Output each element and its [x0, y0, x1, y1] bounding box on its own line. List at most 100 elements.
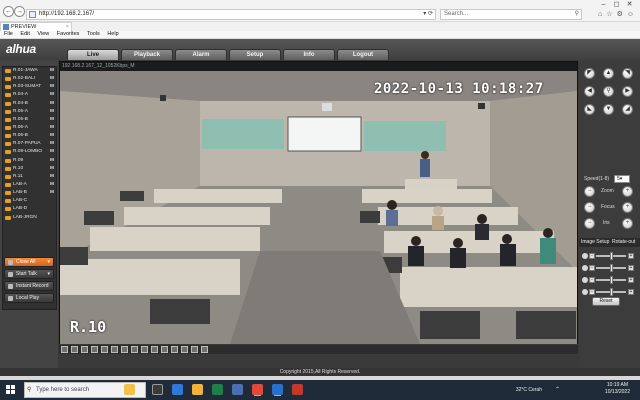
- forward-button[interactable]: →: [14, 6, 25, 17]
- speed-select[interactable]: 5▾: [614, 175, 630, 183]
- hue-plus[interactable]: +: [628, 289, 634, 295]
- ptz-down-button[interactable]: ▼: [603, 104, 614, 115]
- menu-help[interactable]: Help: [107, 31, 118, 37]
- layout-16-icon[interactable]: [91, 346, 98, 353]
- edge-icon[interactable]: [172, 384, 183, 395]
- close-all-button[interactable]: Close All ▾: [4, 257, 54, 267]
- weather-widget-icon[interactable]: [124, 384, 135, 395]
- smiley-icon[interactable]: ☺: [627, 11, 634, 18]
- list-item[interactable]: R.10 M: [3, 165, 56, 173]
- browser-search-input[interactable]: Search... ⚲: [440, 9, 582, 20]
- ptz-up-right-button[interactable]: ◥: [622, 68, 633, 79]
- menu-view[interactable]: View: [37, 31, 49, 37]
- stream-flag[interactable]: M: [50, 157, 54, 165]
- stream-flag[interactable]: M: [50, 132, 54, 140]
- ptz-down-right-button[interactable]: ◢: [622, 104, 633, 115]
- list-item[interactable]: LAB-C: [3, 197, 56, 205]
- tab-rotate-out[interactable]: Rotate-out: [612, 239, 635, 245]
- list-item[interactable]: R.04-B M: [3, 100, 56, 108]
- stream-flag[interactable]: M: [50, 67, 54, 75]
- list-item[interactable]: R.07-PAPUA M: [3, 140, 56, 148]
- camera-feed[interactable]: 2022-10-13 10:18:27 R.10: [60, 71, 577, 344]
- hue-minus[interactable]: -: [589, 289, 595, 295]
- browser-tab-preview[interactable]: PREVIEW ×: [0, 22, 72, 31]
- internet-explorer-icon[interactable]: [272, 384, 283, 395]
- word-icon[interactable]: [232, 384, 243, 395]
- record-icon[interactable]: [151, 346, 158, 353]
- saturation-knob[interactable]: [609, 276, 613, 284]
- zoom-out-button[interactable]: −: [584, 186, 595, 197]
- tray-chevron-up-icon[interactable]: ⌃: [555, 386, 560, 393]
- ptz-down-left-button[interactable]: ◣: [584, 104, 595, 115]
- ptz-up-button[interactable]: ▲: [603, 68, 614, 79]
- layout-4-icon[interactable]: [71, 346, 78, 353]
- excel-icon[interactable]: [212, 384, 223, 395]
- start-talk-button[interactable]: Start Talk ▾: [4, 269, 54, 279]
- weather-text[interactable]: 32°C Cerah: [516, 387, 542, 393]
- tab-close-icon[interactable]: ×: [66, 23, 69, 31]
- local-play-button[interactable]: Local Play: [4, 293, 54, 303]
- list-item[interactable]: R.04-A M: [3, 91, 56, 99]
- audio-icon[interactable]: [171, 346, 178, 353]
- tab-live[interactable]: Live: [67, 49, 119, 60]
- tab-info[interactable]: Info: [283, 49, 335, 60]
- stream-flag[interactable]: M: [50, 140, 54, 148]
- ptz-right-button[interactable]: ▶: [622, 86, 633, 97]
- stream-flag[interactable]: M: [50, 91, 54, 99]
- brightness-knob[interactable]: [609, 252, 613, 260]
- maximize-icon[interactable]: ◻: [610, 0, 623, 8]
- tab-alarm[interactable]: Alarm: [175, 49, 227, 60]
- home-icon[interactable]: ⌂: [598, 11, 602, 18]
- chevron-down-icon[interactable]: ▾: [47, 258, 50, 267]
- url-input[interactable]: http://192.168.2.167/ ▾ ⟳: [26, 9, 436, 20]
- tab-logout[interactable]: Logout: [337, 49, 389, 60]
- fullscreen-icon[interactable]: [131, 346, 138, 353]
- menu-tools[interactable]: Tools: [87, 31, 100, 37]
- layout-1-icon[interactable]: [61, 346, 68, 353]
- zoom-in-button[interactable]: +: [622, 186, 633, 197]
- stream-flag[interactable]: M: [50, 173, 54, 181]
- list-item[interactable]: R.09 M: [3, 157, 56, 165]
- fisheye-icon[interactable]: [181, 346, 188, 353]
- saturation-minus[interactable]: -: [589, 277, 595, 283]
- stream-flag[interactable]: M: [50, 116, 54, 124]
- contrast-slider[interactable]: - +: [582, 264, 637, 272]
- menu-favorites[interactable]: Favorites: [57, 31, 80, 37]
- stream-flag[interactable]: M: [50, 165, 54, 173]
- stream-flag[interactable]: M: [50, 75, 54, 83]
- list-item[interactable]: LAB-JRGN: [3, 214, 56, 222]
- list-item[interactable]: R.05-A M: [3, 108, 56, 116]
- focus-minus-button[interactable]: −: [584, 202, 595, 213]
- stream-flag[interactable]: M: [50, 124, 54, 132]
- list-item[interactable]: R.03-SUMAT M: [3, 83, 56, 91]
- page-next-icon[interactable]: [201, 346, 208, 353]
- layout-custom-icon[interactable]: [121, 346, 128, 353]
- reset-button[interactable]: Reset: [592, 297, 620, 306]
- list-item[interactable]: R.06-B M: [3, 132, 56, 140]
- ptz-up-left-button[interactable]: ◤: [584, 68, 595, 79]
- focus-plus-button[interactable]: +: [622, 202, 633, 213]
- search-icon[interactable]: ⚲: [575, 10, 579, 19]
- windows-start-icon[interactable]: [6, 385, 16, 395]
- stream-flag[interactable]: M: [50, 108, 54, 116]
- list-item[interactable]: R.06-A M: [3, 124, 56, 132]
- favorites-star-icon[interactable]: ☆: [606, 11, 612, 18]
- snapshot-icon[interactable]: [141, 346, 148, 353]
- chrome-icon[interactable]: [252, 384, 263, 395]
- list-item[interactable]: R.02-BALI M: [3, 75, 56, 83]
- list-item[interactable]: LAB-D: [3, 205, 56, 213]
- ptz-center-button[interactable]: ⚲: [603, 86, 614, 97]
- task-view-icon[interactable]: [152, 384, 163, 395]
- contrast-plus[interactable]: +: [628, 265, 634, 271]
- chevron-down-icon[interactable]: ▾: [47, 270, 50, 279]
- contrast-minus[interactable]: -: [589, 265, 595, 271]
- video-window[interactable]: 192.168.2.167_12_1052Kbps_M 2022-10-13 1…: [59, 61, 578, 344]
- contrast-knob[interactable]: [609, 264, 613, 272]
- ptz-left-button[interactable]: ◀: [584, 86, 595, 97]
- saturation-plus[interactable]: +: [628, 277, 634, 283]
- zoom-icon[interactable]: [161, 346, 168, 353]
- app-icon[interactable]: [292, 384, 303, 395]
- saturation-slider[interactable]: - +: [582, 276, 637, 284]
- list-item[interactable]: R.01-JAWA M: [3, 67, 56, 75]
- back-button[interactable]: ←: [3, 6, 14, 17]
